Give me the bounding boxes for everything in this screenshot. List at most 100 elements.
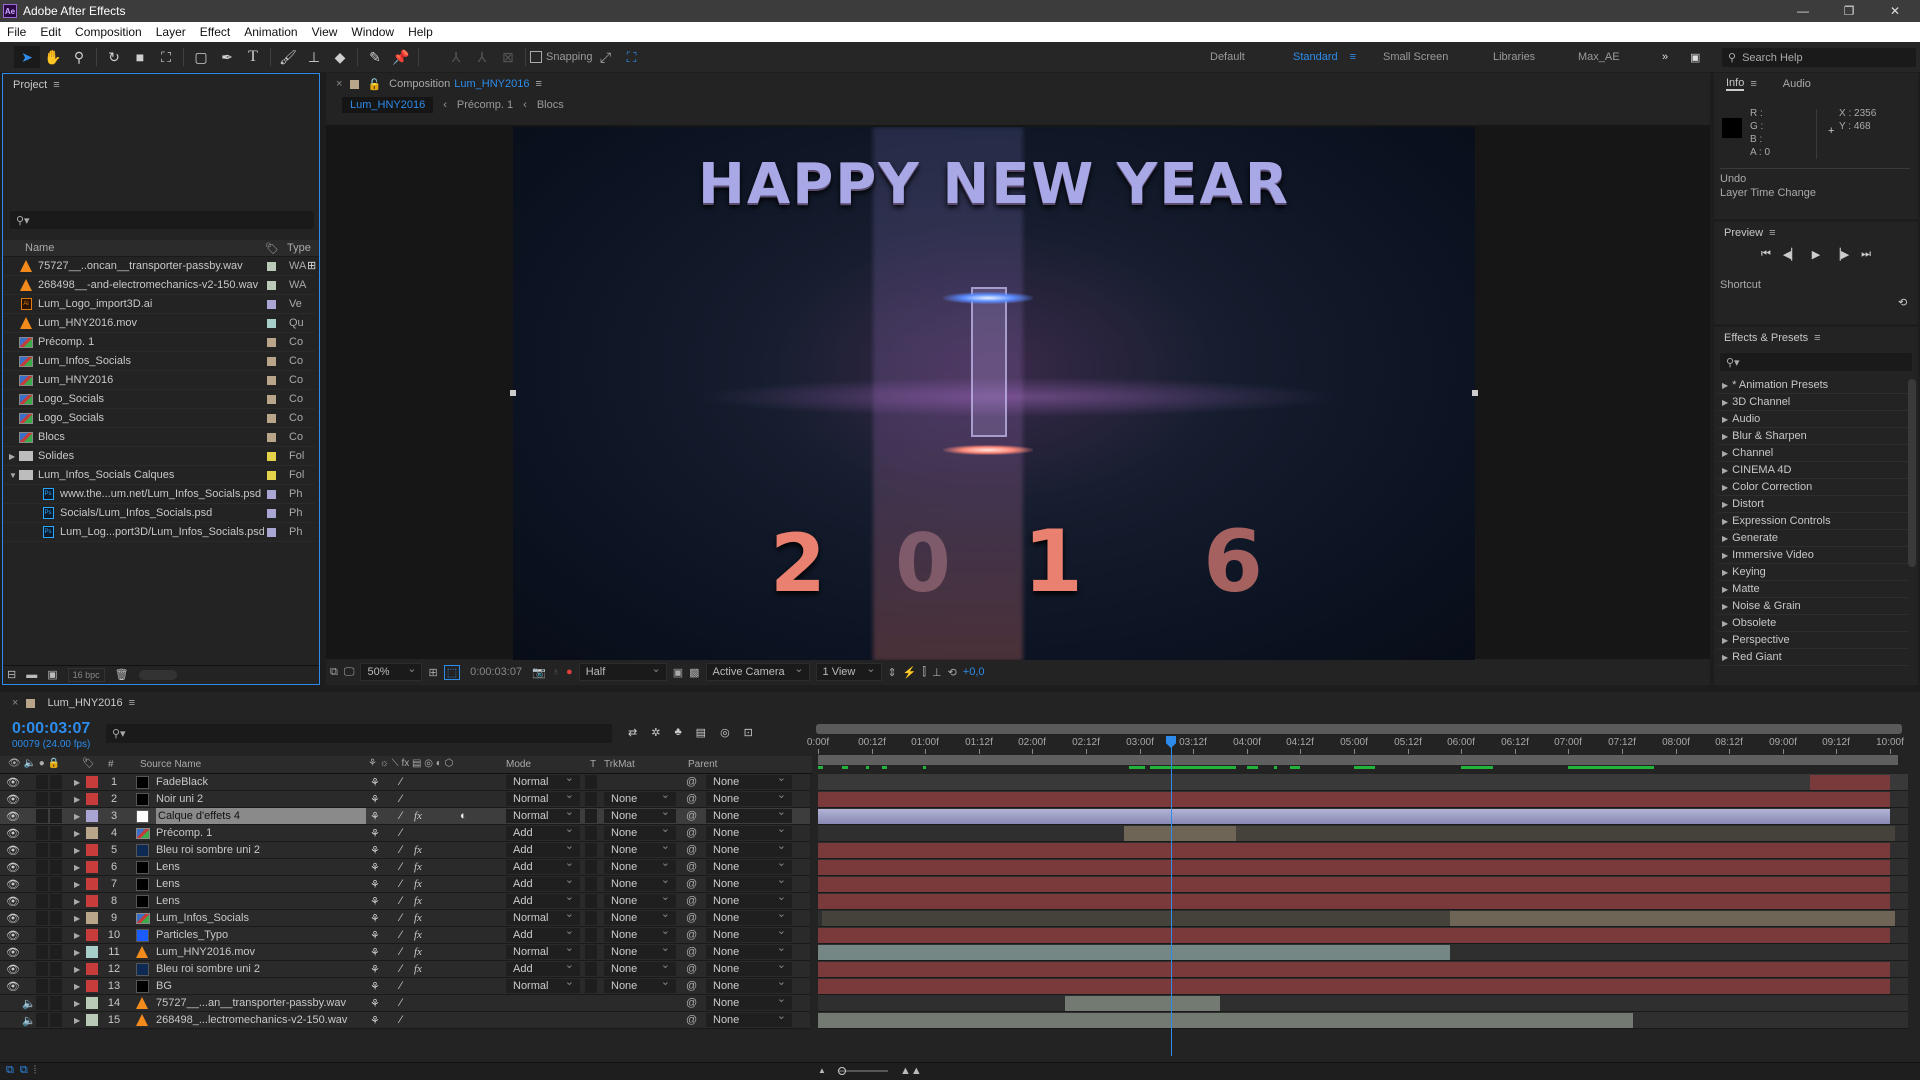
parent-dropdown[interactable]: None — [706, 992, 792, 1010]
layer-name[interactable]: Particles_Typo — [156, 927, 366, 943]
solo-switch[interactable] — [36, 792, 48, 806]
lock-switch[interactable] — [50, 826, 62, 840]
layer-row[interactable]: 👁 ▶ 5 Bleu roi sombre uni 2 ⚘ ⁄ fx Add None… — [0, 839, 810, 859]
expand-layer-icon[interactable]: ▶ — [74, 995, 80, 1011]
disclosure-collapsed-icon[interactable]: ▶ — [1722, 449, 1728, 458]
snapshot-icon[interactable]: 📷 — [532, 666, 546, 679]
layer-duration-bar[interactable] — [818, 945, 1450, 960]
effects-category[interactable]: ▶ Distort — [1718, 496, 1908, 513]
quality-switch-icon[interactable]: ⁄ — [400, 859, 402, 875]
quality-switch-icon[interactable]: ⁄ — [400, 961, 402, 977]
composition-tab[interactable]: × 🔓 Composition Lum_HNY2016 ≡ — [326, 73, 1710, 95]
zoom-in-icon[interactable]: ▲▲ — [900, 1065, 922, 1077]
layer-row[interactable]: 👁 ▶ 4 Précomp. 1 ⚘ ⁄ Add None @ None — [0, 822, 810, 842]
last-frame-icon[interactable]: ⏭ — [1861, 248, 1871, 261]
effects-scrollbar[interactable] — [1908, 379, 1916, 567]
layer-duration-bar[interactable] — [818, 809, 1890, 824]
motion-blur-icon[interactable]: ◎ — [720, 726, 730, 739]
effects-category[interactable]: ▶ Immersive Video — [1718, 547, 1908, 564]
effects-category[interactable]: ▶ Audio — [1718, 411, 1908, 428]
selection-tool[interactable]: ➤ — [14, 46, 40, 68]
layer-handle-left[interactable] — [510, 390, 516, 396]
blend-mode-dropdown[interactable]: Add — [506, 958, 580, 976]
preserve-transparency-switch[interactable] — [585, 962, 597, 976]
layer-duration-bar[interactable] — [818, 894, 1890, 909]
safe-margins-icon[interactable]: ⊞ — [428, 666, 437, 679]
menu-edit[interactable]: Edit — [33, 25, 68, 39]
preserve-transparency-switch[interactable] — [585, 843, 597, 857]
video-visibility-icon[interactable]: 👁 — [6, 825, 20, 841]
current-time-display[interactable]: 0:00:03:07 — [470, 666, 522, 678]
layer-row[interactable]: 👁 ▶ 2 Noir uni 2 ⚘ ⁄ Normal None @ None — [0, 788, 810, 808]
video-visibility-icon[interactable]: 👁 — [6, 842, 20, 858]
expand-layer-switches-icon[interactable]: ⧉ — [6, 1064, 14, 1077]
mask-visibility-icon[interactable]: ⬚ — [443, 664, 461, 680]
solo-switch[interactable] — [36, 877, 48, 891]
always-preview-icon[interactable]: ⧉ — [330, 666, 338, 679]
column-number[interactable]: # — [108, 759, 114, 770]
blend-mode-dropdown[interactable]: Normal — [506, 788, 580, 806]
monitor-icon[interactable]: 🖵 — [344, 666, 355, 679]
shy-switch-icon[interactable]: ⚘ — [370, 944, 380, 960]
project-item[interactable]: Ps Socials/Lum_Infos_Socials.psd Ph — [3, 504, 315, 523]
layer-name[interactable]: FadeBlack — [156, 774, 366, 790]
thumbnail-slider[interactable] — [138, 669, 177, 680]
layer-name[interactable]: BG — [156, 978, 366, 994]
layer-label-color[interactable] — [86, 963, 98, 975]
comp-canvas[interactable]: HAPPY NEW YEAR 2 0 1 6 — [513, 127, 1475, 661]
lock-switch[interactable] — [50, 928, 62, 942]
tab-audio[interactable]: Audio — [1783, 78, 1811, 90]
shy-switch-icon[interactable]: ⚘ — [370, 825, 380, 841]
project-item[interactable]: Lum_Infos_Socials Co — [3, 352, 315, 371]
close-button[interactable]: ✕ — [1872, 0, 1918, 22]
layer-label-color[interactable] — [86, 1014, 98, 1026]
quality-switch-icon[interactable]: ⁄ — [400, 978, 402, 994]
clone-stamp-tool[interactable]: ⊥ — [301, 46, 327, 68]
label-color[interactable] — [267, 299, 276, 309]
parent-pickwhip-icon[interactable]: @ — [686, 944, 697, 960]
label-color[interactable] — [267, 527, 276, 537]
parent-pickwhip-icon[interactable]: @ — [686, 774, 697, 790]
parent-dropdown[interactable]: None — [706, 907, 792, 925]
track-matte-dropdown[interactable]: None — [604, 822, 676, 840]
blend-mode-dropdown[interactable]: Add — [506, 822, 580, 840]
parent-pickwhip-icon[interactable]: @ — [686, 927, 697, 943]
delete-icon[interactable]: 🗑 — [115, 668, 129, 681]
effects-category[interactable]: ▶ 3D Channel — [1718, 394, 1908, 411]
shy-layers-icon[interactable]: ♣ — [674, 726, 681, 739]
label-color[interactable] — [267, 318, 276, 328]
project-item[interactable]: 75727__..oncan__transporter-passby.wav WA — [3, 257, 315, 276]
effects-category[interactable]: ▶ Red Giant — [1718, 649, 1908, 666]
parent-pickwhip-icon[interactable]: @ — [686, 961, 697, 977]
expand-layer-icon[interactable]: ▶ — [74, 927, 80, 943]
solo-switch[interactable] — [36, 775, 48, 789]
rectangle-tool[interactable]: ▢ — [188, 46, 214, 68]
preserve-transparency-switch[interactable] — [585, 894, 597, 908]
layer-label-color[interactable] — [86, 861, 98, 873]
expand-layer-icon[interactable]: ▶ — [74, 774, 80, 790]
video-visibility-icon[interactable]: 👁 — [6, 774, 20, 790]
disclosure-collapsed-icon[interactable]: ▶ — [1722, 568, 1728, 577]
solo-switch[interactable] — [36, 979, 48, 993]
label-color[interactable] — [267, 451, 276, 461]
quality-switch-icon[interactable]: ⁄ — [400, 944, 402, 960]
quality-switch-icon[interactable]: ⁄ — [400, 808, 402, 824]
solo-switch[interactable] — [36, 928, 48, 942]
quality-switch-icon[interactable]: ⁄ — [400, 842, 402, 858]
project-item[interactable]: Lum_HNY2016 Co — [3, 371, 315, 390]
effect-switch-icon[interactable]: fx — [414, 842, 422, 858]
expand-layer-icon[interactable]: ▶ — [74, 978, 80, 994]
label-color[interactable] — [267, 280, 276, 290]
type-tool[interactable]: T — [240, 46, 266, 68]
effects-category[interactable]: ▶ Generate — [1718, 530, 1908, 547]
disclosure-collapsed-icon[interactable]: ▶ — [1722, 585, 1728, 594]
effect-switch-icon[interactable]: fx — [414, 893, 422, 909]
quality-switch-icon[interactable]: ⁄ — [400, 927, 402, 943]
restore-button[interactable]: ❐ — [1826, 0, 1872, 22]
workspace-libraries[interactable]: Libraries — [1493, 42, 1535, 72]
parent-dropdown[interactable]: None — [706, 975, 792, 993]
video-visibility-icon[interactable]: 👁 — [6, 927, 20, 943]
parent-dropdown[interactable]: None — [706, 839, 792, 857]
column-t[interactable]: T — [590, 759, 596, 770]
exposure-value[interactable]: +0,0 — [963, 666, 985, 678]
